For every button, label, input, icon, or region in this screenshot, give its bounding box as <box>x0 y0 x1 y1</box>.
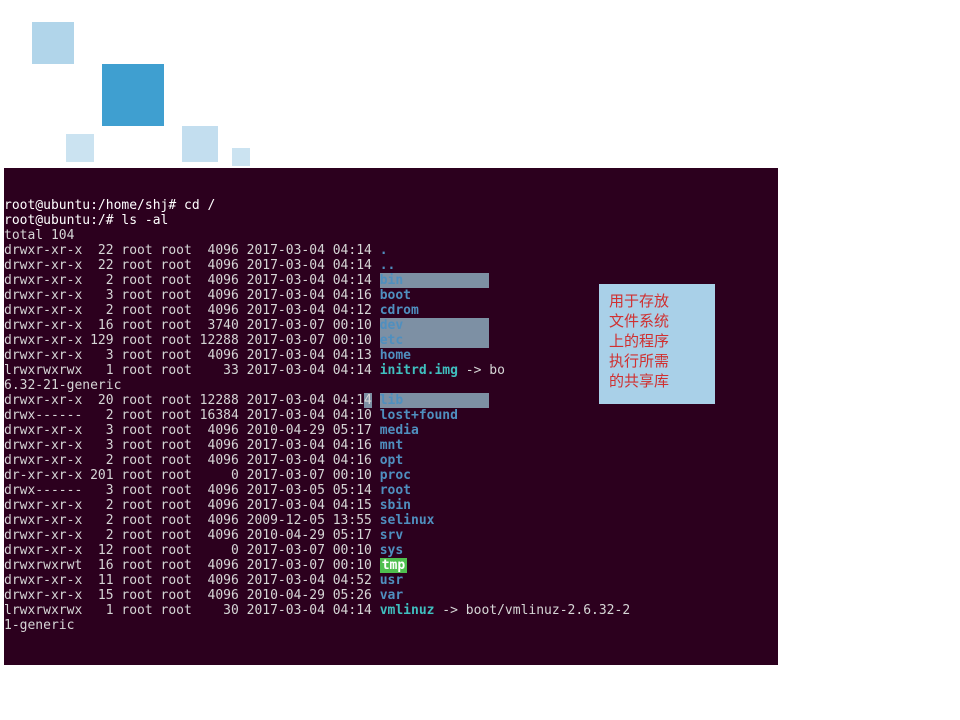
callout-line: 执行所需 <box>609 352 705 372</box>
callout-line: 文件系统 <box>609 312 705 332</box>
callout-line: 的共享库 <box>609 372 705 392</box>
terminal-window: root@ubuntu:/home/shj# cd /root@ubuntu:/… <box>4 168 778 665</box>
callout-line: 上的程序 <box>609 332 705 352</box>
deco-square <box>182 126 218 162</box>
deco-square <box>66 134 94 162</box>
annotation-callout: 用于存放 文件系统 上的程序 执行所需 的共享库 <box>599 284 715 404</box>
deco-square <box>32 22 74 64</box>
deco-square <box>232 148 250 166</box>
deco-square <box>102 64 164 126</box>
terminal-output: root@ubuntu:/home/shj# cd /root@ubuntu:/… <box>4 198 778 633</box>
callout-line: 用于存放 <box>609 292 705 312</box>
